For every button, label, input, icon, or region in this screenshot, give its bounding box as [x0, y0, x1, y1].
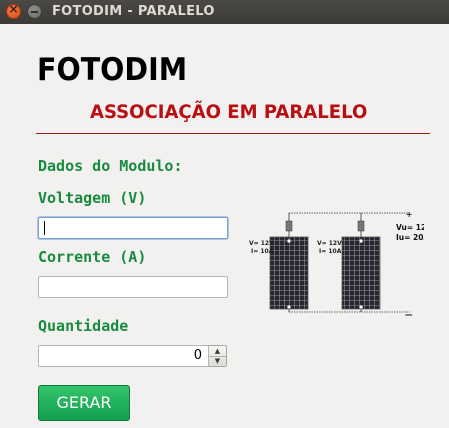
header-divider	[36, 133, 430, 134]
quantity-label: Quantidade	[38, 317, 129, 335]
plus-terminal-text: +	[406, 210, 412, 219]
quantity-input[interactable]: 0	[38, 345, 209, 367]
close-window-button[interactable]: ×	[6, 2, 21, 19]
window-title: FOTODIM - PARALELO	[52, 4, 215, 19]
panel2-voltage-text: V= 12V	[317, 240, 342, 247]
stepper-buttons: ▲ ▼	[209, 345, 227, 367]
voltage-label: Voltagem (V)	[38, 189, 147, 207]
output-voltage-text: Vu= 12V	[396, 223, 424, 232]
panel1-current-text: I= 10A	[251, 248, 274, 255]
parallel-circuit-diagram: V= 12V I= 10A V= 12V I= 10A Vu= 12V Iu= …	[249, 210, 424, 319]
panel2-current-text: I= 10A	[319, 248, 342, 255]
current-input[interactable]	[38, 276, 228, 298]
diode-icon	[285, 220, 365, 232]
output-current-text: Iu= 20A	[396, 233, 424, 242]
app-title: FOTODIM	[37, 52, 188, 88]
generate-button[interactable]: GERAR	[38, 385, 130, 421]
panel1-voltage-text: V= 12V	[249, 240, 274, 247]
section-label: Dados do Modulo:	[38, 157, 183, 175]
close-icon: ×	[8, 2, 19, 16]
decrement-button[interactable]: ▼	[209, 356, 226, 366]
page-subtitle: ASSOCIAÇÃO EM PARALELO	[90, 101, 368, 123]
current-label: Corrente (A)	[38, 248, 147, 266]
quantity-stepper[interactable]: 0 ▲ ▼	[38, 345, 229, 367]
minus-terminal-text: —	[405, 310, 413, 319]
window-titlebar: × FOTODIM - PARALELO	[0, 0, 449, 24]
voltage-input[interactable]	[38, 217, 228, 239]
minimize-icon	[31, 11, 38, 13]
minimize-window-button[interactable]	[27, 4, 42, 19]
solar-panel-2	[341, 236, 381, 310]
text-cursor	[44, 221, 45, 235]
solar-panel-1	[269, 236, 309, 310]
